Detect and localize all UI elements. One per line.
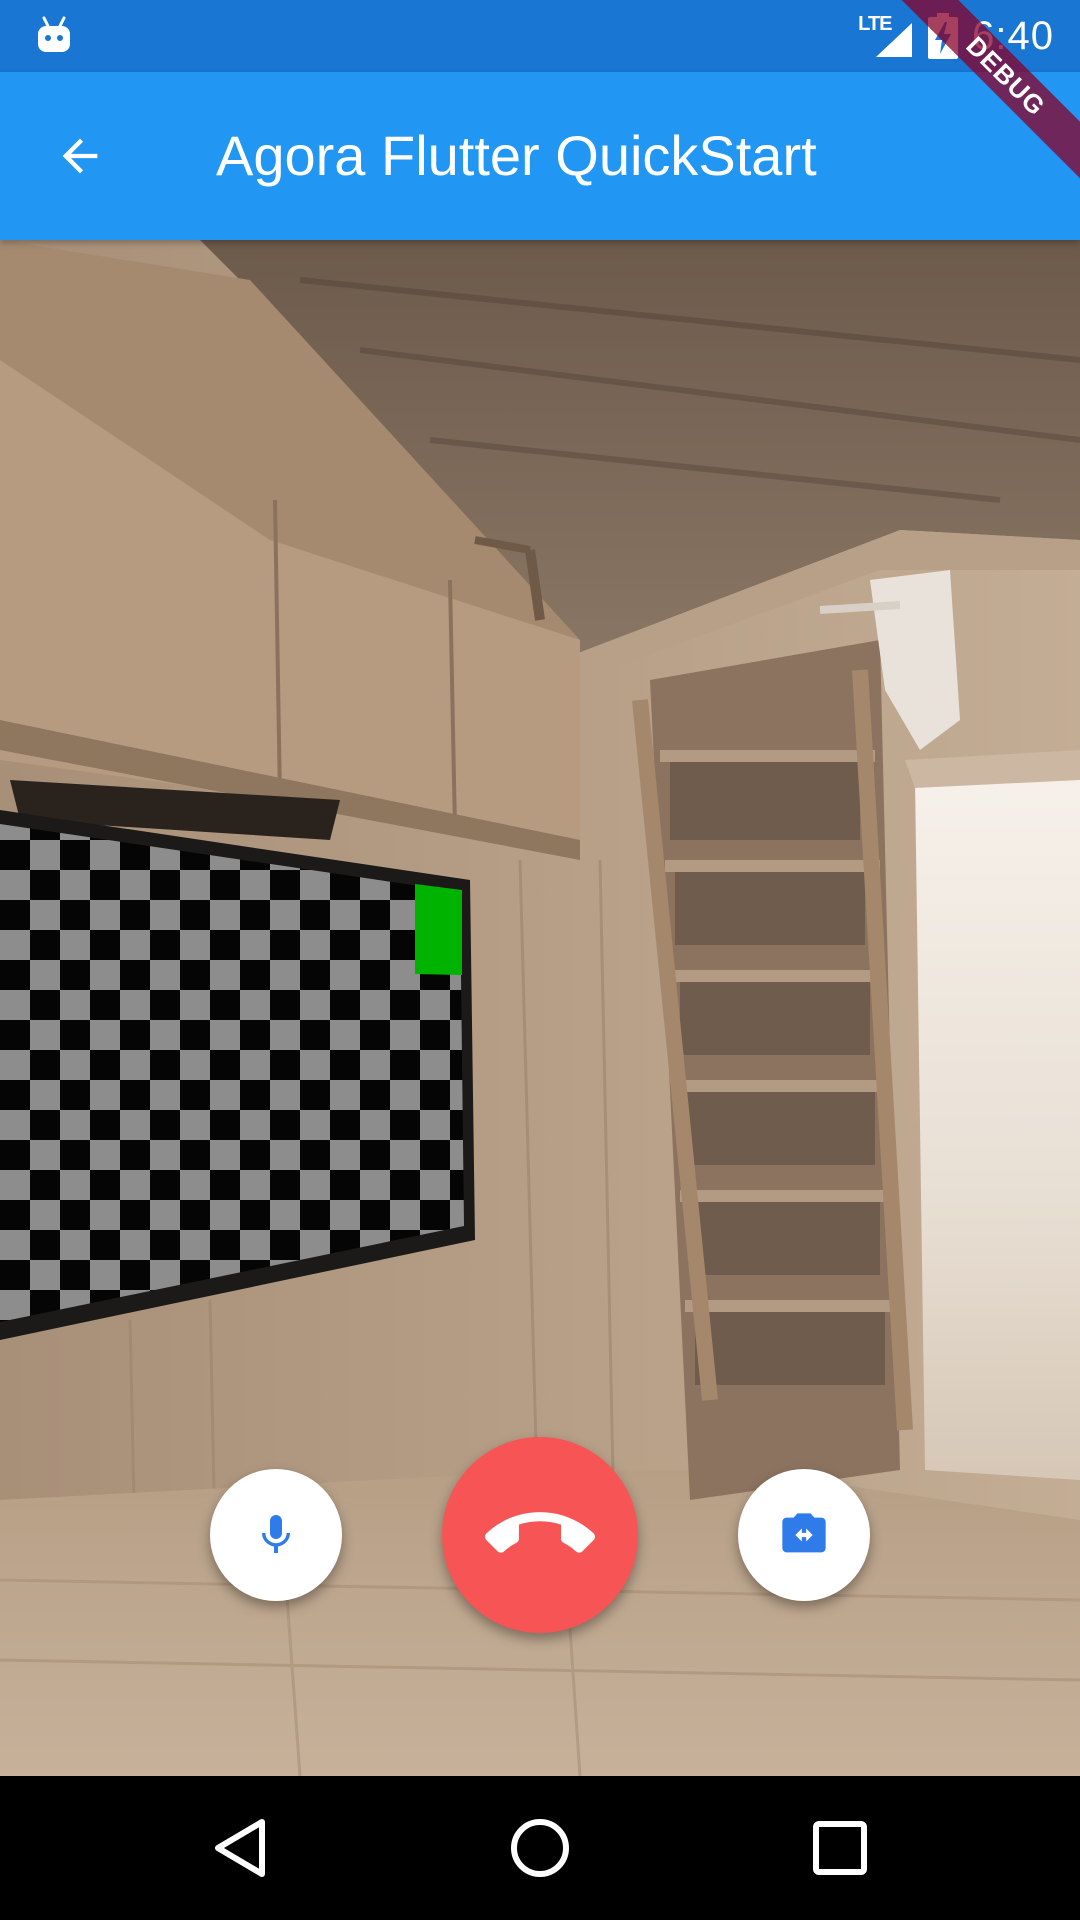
mute-button[interactable] <box>210 1469 342 1601</box>
android-robot-icon <box>38 16 70 52</box>
nav-recents-button[interactable] <box>790 1798 890 1898</box>
mic-icon <box>262 1515 290 1553</box>
call-screen: LTE 6:40 DEBUG Agora Flutter QuickStart <box>0 0 1080 1920</box>
nav-home-button[interactable] <box>490 1798 590 1898</box>
app-bar: Agora Flutter QuickStart <box>0 72 1080 240</box>
system-nav-bar <box>0 1776 1080 1920</box>
switch-camera-icon <box>782 1513 826 1553</box>
switch-camera-button[interactable] <box>738 1469 870 1601</box>
call-controls <box>0 1436 1080 1636</box>
nav-back-button[interactable] <box>190 1798 290 1898</box>
nav-back-triangle-icon <box>215 1819 265 1877</box>
back-button[interactable] <box>40 116 120 196</box>
call-end-icon <box>485 1512 595 1553</box>
nav-home-circle-icon <box>511 1819 569 1877</box>
end-call-button[interactable] <box>442 1437 638 1633</box>
nav-recents-square-icon <box>813 1821 867 1875</box>
page-title: Agora Flutter QuickStart <box>216 124 817 187</box>
signal-indicator: LTE <box>858 13 914 59</box>
cell-signal-icon <box>876 23 913 57</box>
arrow-back-icon <box>62 138 98 174</box>
